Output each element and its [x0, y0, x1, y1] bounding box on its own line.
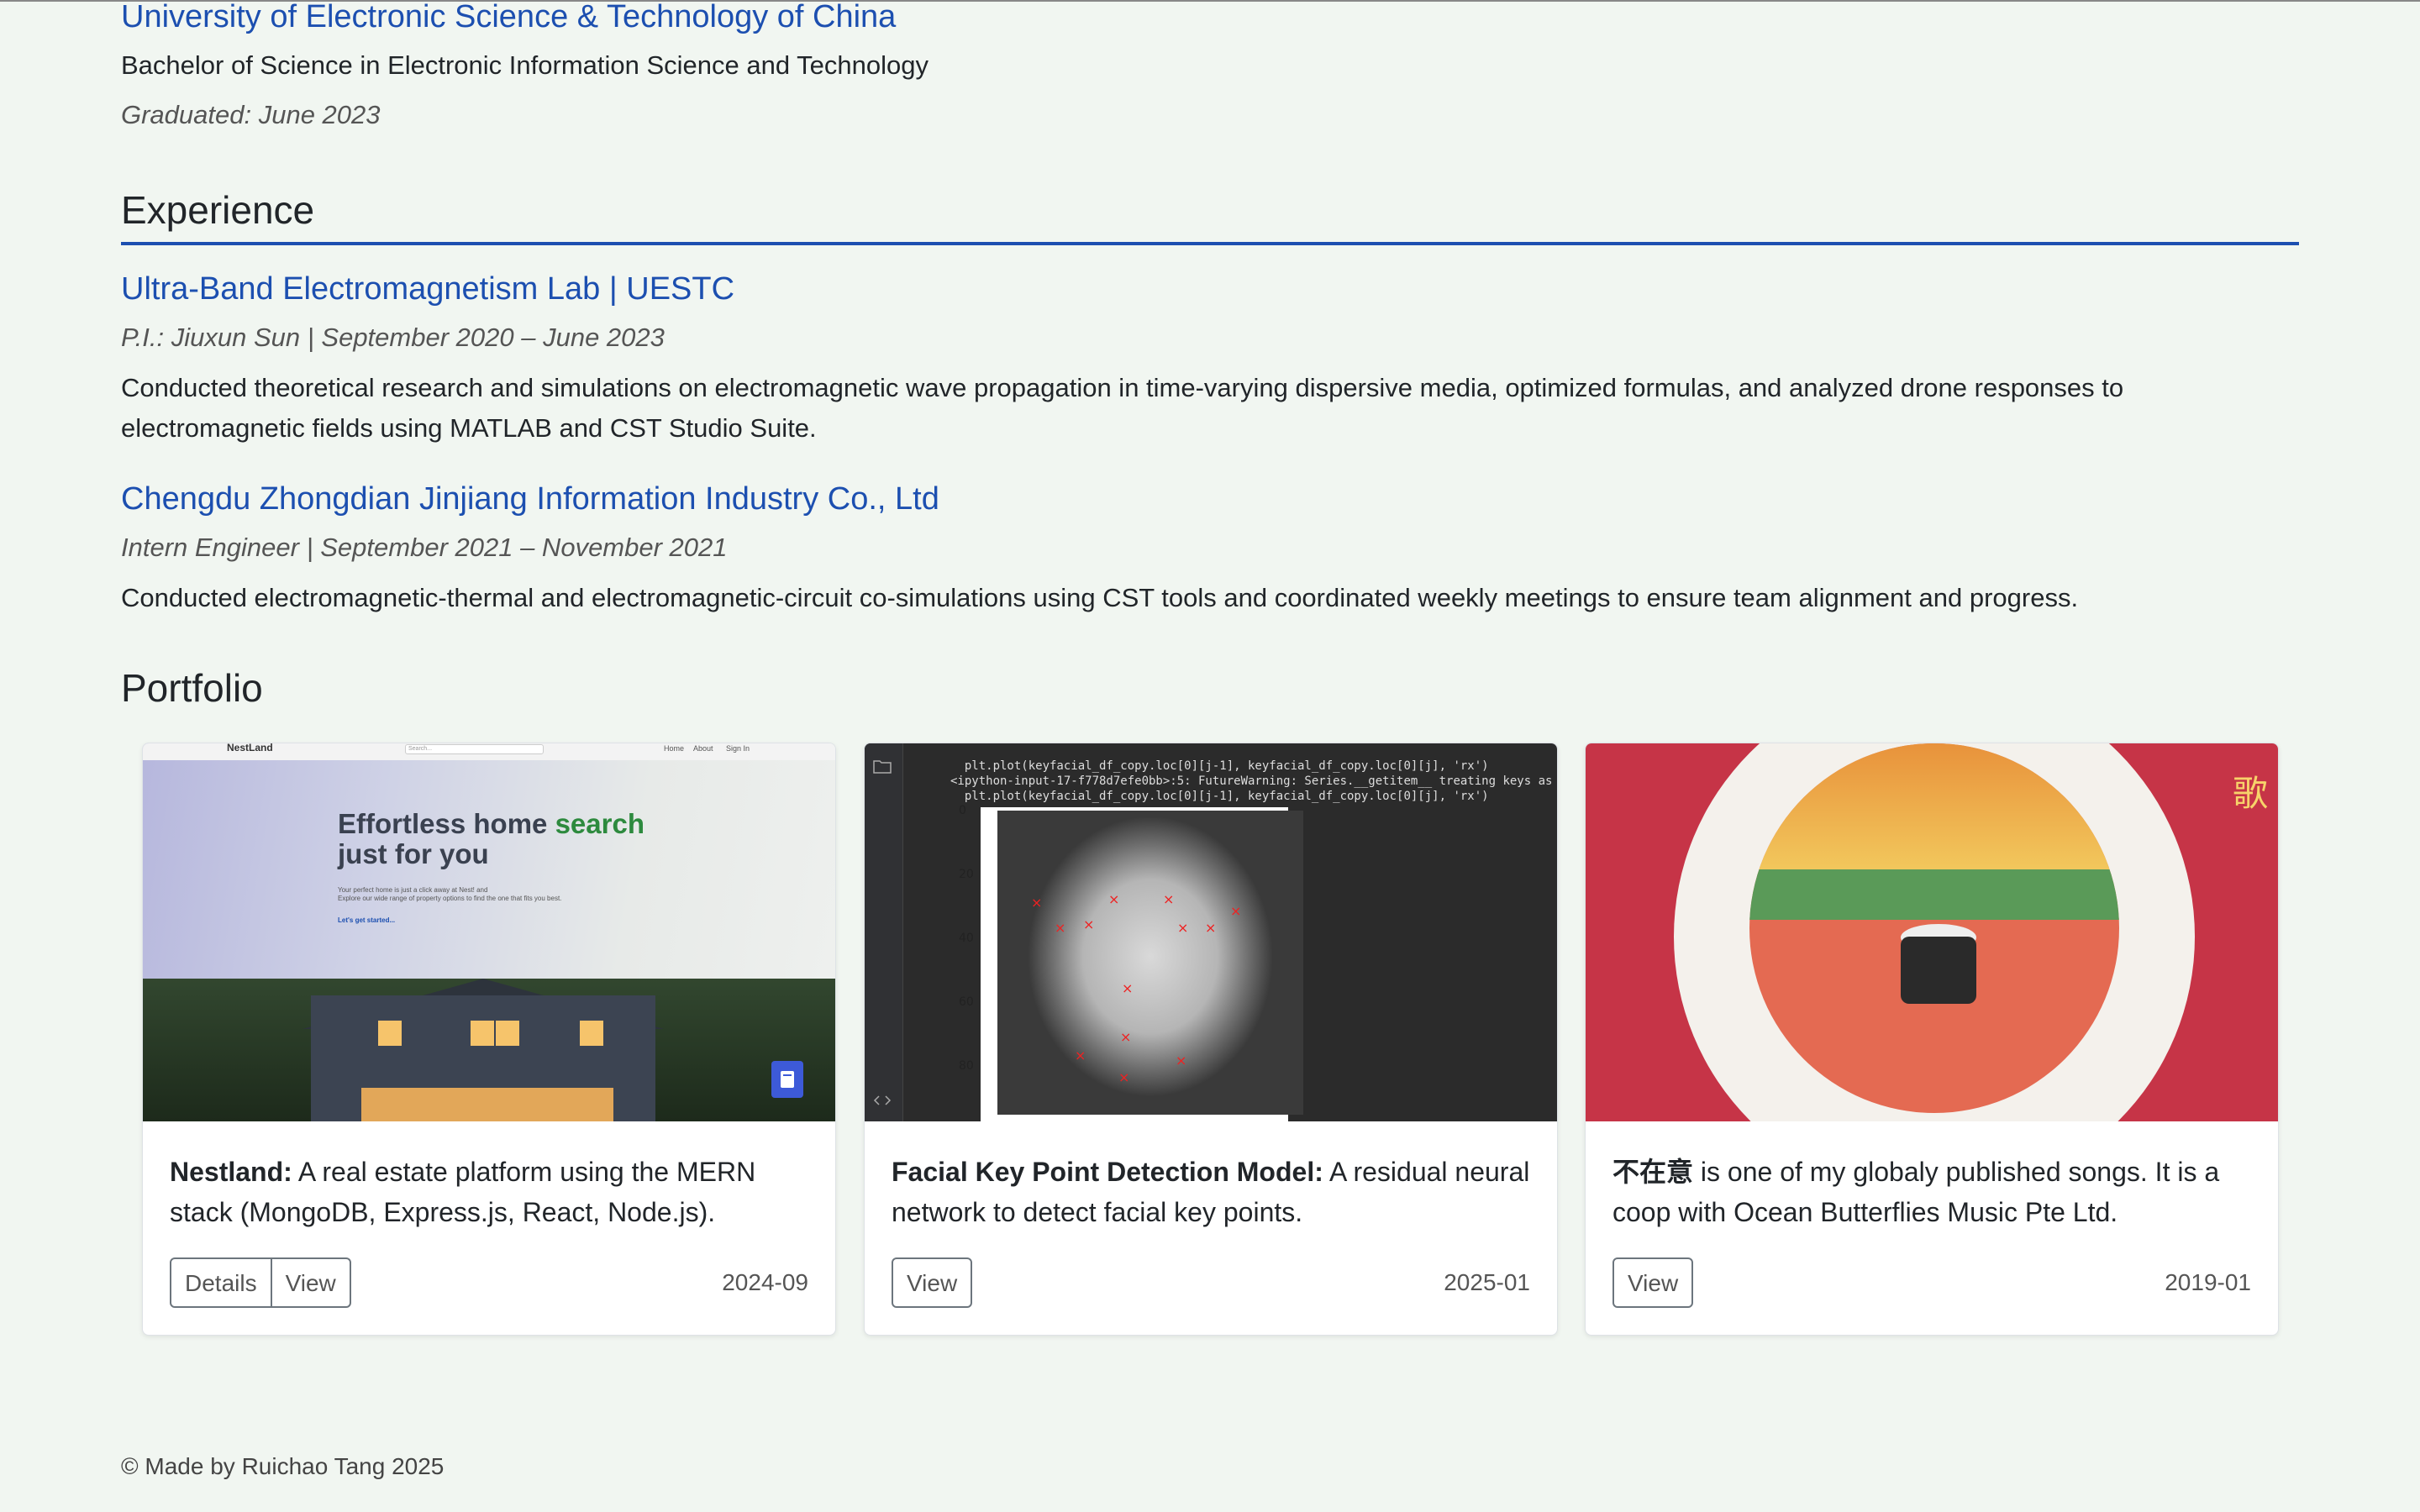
- job-meta: P.I.: Jiuxun Sun | September 2020 – June…: [121, 323, 665, 352]
- card-date: 2024-09: [722, 1269, 808, 1295]
- plot-y-tick: 40: [959, 932, 974, 945]
- keypoint-marker: ×: [1120, 1029, 1132, 1045]
- keypoint-marker: ×: [1055, 920, 1066, 936]
- keypoint-marker: ×: [1118, 1069, 1130, 1085]
- keypoint-marker: ×: [1205, 920, 1217, 936]
- job-title-link[interactable]: Chengdu Zhongdian Jinjiang Information I…: [121, 480, 939, 519]
- mini-cta: Let's get started...: [338, 916, 396, 924]
- plot-y-tick: 0: [959, 804, 966, 817]
- card-description: Nestland: A real estate platform using t…: [170, 1157, 756, 1227]
- mini-subtext: Your perfect home is just a click away a…: [338, 886, 562, 902]
- experience-section-header: Experience: [121, 185, 2299, 245]
- job-description: Conducted theoretical research and simul…: [121, 373, 2124, 443]
- portfolio-card-nestland: NestLand Search... Home About Sign In Ef…: [142, 743, 836, 1336]
- keypoint-marker: ×: [1031, 895, 1043, 911]
- notebook-sidebar: [865, 743, 903, 1121]
- keypoint-marker: ×: [1122, 980, 1134, 996]
- portfolio-card-song: 歌 不在意 is one of my globaly published son…: [1585, 743, 2279, 1336]
- card-button-group: View: [1612, 1257, 1694, 1308]
- keypoint-marker: ×: [1163, 891, 1175, 907]
- card-date: 2025-01: [1444, 1269, 1530, 1295]
- keypoint-marker: ×: [1177, 920, 1189, 936]
- graduation-date: Graduated: June 2023: [121, 100, 381, 129]
- keypoint-marker: ×: [1230, 903, 1242, 919]
- code-icon: [873, 1095, 892, 1105]
- card-description: 不在意 is one of my globaly published songs…: [1612, 1157, 2220, 1227]
- notebook-output: plt.plot(keyfacial_df_copy.loc[0][j-1], …: [950, 759, 1553, 803]
- folder-icon: [873, 760, 892, 774]
- cover-title-chars: 歌: [2233, 773, 2269, 814]
- keypoint-marker: ×: [1108, 891, 1120, 907]
- university-link[interactable]: University of Electronic Science & Techn…: [121, 0, 896, 37]
- view-button[interactable]: View: [270, 1257, 351, 1308]
- card-description: Facial Key Point Detection Model: A resi…: [892, 1157, 1530, 1227]
- experience-heading: Experience: [121, 188, 315, 232]
- artwork-field: [1749, 869, 2119, 920]
- house-window: [378, 1021, 402, 1046]
- house-window: [580, 1021, 603, 1046]
- keypoint-marker: ×: [1083, 916, 1095, 932]
- view-button[interactable]: View: [892, 1257, 973, 1308]
- card-button-group: Details View: [170, 1257, 351, 1308]
- portfolio-heading: Portfolio: [121, 666, 263, 710]
- book-icon: [771, 1061, 803, 1098]
- keypoint-marker: ×: [1176, 1053, 1187, 1068]
- mini-nav-home: Home: [664, 744, 685, 753]
- portfolio-card-facial-keypoints: plt.plot(keyfacial_df_copy.loc[0][j-1], …: [864, 743, 1558, 1336]
- mini-navbar: NestLand Search... Home About Sign In: [143, 743, 835, 760]
- card-date: 2019-01: [2165, 1269, 2251, 1295]
- details-button[interactable]: Details: [170, 1257, 272, 1308]
- nestland-screenshot[interactable]: NestLand Search... Home About Sign In Ef…: [143, 743, 835, 1121]
- face-image: [997, 811, 1303, 1115]
- plate-artwork: [1749, 743, 2119, 1113]
- mini-nav-signin: Sign In: [726, 744, 750, 753]
- job-meta: Intern Engineer | September 2021 – Novem…: [121, 533, 728, 562]
- plot-y-tick: 60: [959, 995, 974, 1009]
- plot-y-tick: 20: [959, 868, 974, 881]
- mini-search-field: Search...: [405, 744, 544, 754]
- drum: [1901, 937, 1976, 1004]
- job-title-link[interactable]: Ultra-Band Electromagnetism Lab | UESTC: [121, 270, 734, 309]
- house-window: [496, 1021, 519, 1046]
- facial-keypoints-screenshot[interactable]: plt.plot(keyfacial_df_copy.loc[0][j-1], …: [865, 743, 1557, 1121]
- mini-nav-about: About: [693, 744, 713, 753]
- job-description: Conducted electromagnetic-thermal and el…: [121, 583, 2079, 612]
- mini-logo: NestLand: [227, 743, 273, 753]
- degree-text: Bachelor of Science in Electronic Inform…: [121, 50, 929, 80]
- house-porch-light: [361, 1088, 613, 1121]
- house-window: [471, 1021, 494, 1046]
- keypoint-marker: ×: [1075, 1047, 1086, 1063]
- footer-copyright: © Made by Ruichao Tang 2025: [121, 1453, 445, 1479]
- song-cover-art[interactable]: 歌: [1586, 743, 2278, 1121]
- view-button[interactable]: View: [1612, 1257, 1694, 1308]
- mini-headline: Effortless home search just for you: [338, 808, 644, 869]
- card-button-group: View: [892, 1257, 973, 1308]
- artwork-sky: [1749, 743, 2119, 869]
- plot-y-tick: 80: [959, 1059, 974, 1073]
